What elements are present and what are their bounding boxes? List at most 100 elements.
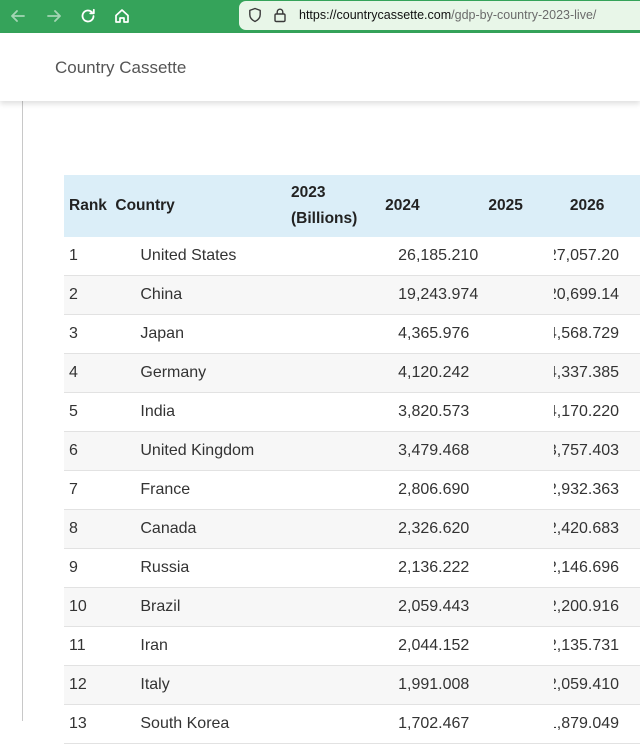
table-row: 4 Germany 4,120.242 4,337.385 xyxy=(64,353,640,393)
cell-2024-value: 4,365.976 xyxy=(398,325,470,342)
cell-2025 xyxy=(488,314,554,354)
cell-2024-value: 2,136.222 xyxy=(398,559,470,576)
cell-2026-value: 1,879.049 xyxy=(553,715,620,732)
cell-rank-value: 2 xyxy=(69,286,78,303)
table-row: 12 Italy 1,991.008 2,059.410 xyxy=(64,665,640,705)
cell-2026-value: 2,420.683 xyxy=(553,520,620,537)
cell-country-value: Germany xyxy=(140,364,207,381)
cell-2026-value: 4,337.385 xyxy=(553,364,620,381)
table-row: 7 France 2,806.690 2,932.363 xyxy=(64,470,640,510)
cell-2023 xyxy=(290,353,376,393)
cell-2024: 26,185.210 xyxy=(375,237,489,276)
cell-2026: 4,170.220 xyxy=(553,392,640,432)
cell-2024: 1,702.467 xyxy=(375,704,489,744)
cell-2026-value: 27,057.20 xyxy=(553,247,620,264)
cell-country-value: United States xyxy=(140,247,237,264)
address-bar[interactable]: https://countrycassette.com/gdp-by-count… xyxy=(239,1,640,30)
table-row: 5 India 3,820.573 4,170.220 xyxy=(64,392,640,432)
cell-2026-value: 4,170.220 xyxy=(553,403,620,420)
url-text[interactable]: https://countrycassette.com/gdp-by-count… xyxy=(299,8,596,22)
cell-rank: 2 xyxy=(64,275,116,315)
cell-2023 xyxy=(290,431,376,471)
cell-country-value: Japan xyxy=(140,325,184,342)
cell-2024-value: 19,243.974 xyxy=(398,286,479,303)
cell-rank: 3 xyxy=(64,314,116,354)
cell-country-value: Italy xyxy=(140,676,170,693)
cell-2024-value: 4,120.242 xyxy=(398,364,470,381)
cell-2023 xyxy=(290,314,376,354)
cell-rank-value: 13 xyxy=(69,715,87,732)
cell-2024: 3,479.468 xyxy=(375,431,489,471)
cell-2023 xyxy=(290,626,376,666)
cell-rank: 8 xyxy=(64,509,116,549)
table-row: 10 Brazil 2,059.443 2,200.916 xyxy=(64,587,640,627)
arrow-right-icon xyxy=(47,10,61,22)
back-button[interactable] xyxy=(5,4,31,28)
forward-button[interactable] xyxy=(41,4,67,28)
cell-country-value: United Kingdom xyxy=(140,442,255,459)
cell-2024: 1,991.008 xyxy=(375,665,489,705)
cell-country: United Kingdom xyxy=(115,431,291,471)
browser-toolbar: https://countrycassette.com/gdp-by-count… xyxy=(0,0,640,33)
cell-rank-value: 10 xyxy=(69,598,87,615)
cell-2026-value: 4,568.729 xyxy=(553,325,620,342)
cell-rank-value: 8 xyxy=(69,520,78,537)
cell-country-value: South Korea xyxy=(140,715,230,732)
cell-2026: 20,699.14 xyxy=(553,275,640,315)
cell-country: Russia xyxy=(115,548,291,588)
cell-rank-value: 4 xyxy=(69,364,78,381)
cell-rank: 1 xyxy=(64,237,116,276)
header-2023: 2023 (Billions) xyxy=(290,175,376,237)
cell-2026: 3,757.403 xyxy=(553,431,640,471)
url-path: /gdp-by-country-2023-live/ xyxy=(451,8,597,22)
cell-rank-value: 5 xyxy=(69,403,78,420)
table-row: 2 China 19,243.974 20,699.14 xyxy=(64,275,640,315)
header-country: Country xyxy=(115,175,291,237)
cell-rank-value: 1 xyxy=(69,247,78,264)
cell-2023 xyxy=(290,275,376,315)
cell-country-value: Canada xyxy=(140,520,197,537)
cell-2024-value: 1,991.008 xyxy=(398,676,470,693)
table-row: 11 Iran 2,044.152 2,135.731 xyxy=(64,626,640,666)
cell-2024-value: 26,185.210 xyxy=(398,247,479,264)
cell-2025 xyxy=(488,704,554,744)
table-body: 1 United States 26,185.210 27,057.20 2 China 1… xyxy=(64,237,640,744)
cell-2026-value: 20,699.14 xyxy=(553,286,620,303)
cell-rank-value: 9 xyxy=(69,559,78,576)
cell-2024: 2,059.443 xyxy=(375,587,489,627)
cell-rank: 5 xyxy=(64,392,116,432)
site-header: Country Cassette xyxy=(0,33,640,101)
cell-2026: 2,146.696 xyxy=(553,548,640,588)
reload-button[interactable] xyxy=(75,4,101,28)
cell-2026: 2,059.410 xyxy=(553,665,640,705)
cell-2023 xyxy=(290,237,376,276)
cell-country-value: Brazil xyxy=(140,598,181,615)
cell-2023 xyxy=(290,548,376,588)
cell-country: China xyxy=(115,275,291,315)
cell-2024: 3,820.573 xyxy=(375,392,489,432)
lock-icon[interactable] xyxy=(272,7,288,23)
table-row: 8 Canada 2,326.620 2,420.683 xyxy=(64,509,640,549)
cell-rank: 9 xyxy=(64,548,116,588)
cell-rank: 4 xyxy=(64,353,116,393)
cell-country: Italy xyxy=(115,665,291,705)
header-2026: 2026 xyxy=(553,175,640,237)
reload-icon xyxy=(81,8,95,23)
cell-2024-value: 2,044.152 xyxy=(398,637,470,654)
cell-2026-value: 2,146.696 xyxy=(553,559,620,576)
cell-2025 xyxy=(488,353,554,393)
cell-rank-value: 6 xyxy=(69,442,78,459)
cell-2024-value: 3,479.468 xyxy=(398,442,470,459)
cell-2025 xyxy=(488,275,554,315)
home-button[interactable] xyxy=(109,4,135,28)
cell-2024: 2,136.222 xyxy=(375,548,489,588)
header-2023-unit: (Billions) xyxy=(290,210,358,227)
cell-country: France xyxy=(115,470,291,510)
cell-2026: 1,879.049 xyxy=(553,704,640,744)
cell-rank-value: 11 xyxy=(69,637,86,654)
cell-rank: 7 xyxy=(64,470,116,510)
shield-icon[interactable] xyxy=(247,7,263,23)
cell-2025 xyxy=(488,431,554,471)
cell-rank: 13 xyxy=(64,704,116,744)
site-title[interactable]: Country Cassette xyxy=(55,58,186,78)
